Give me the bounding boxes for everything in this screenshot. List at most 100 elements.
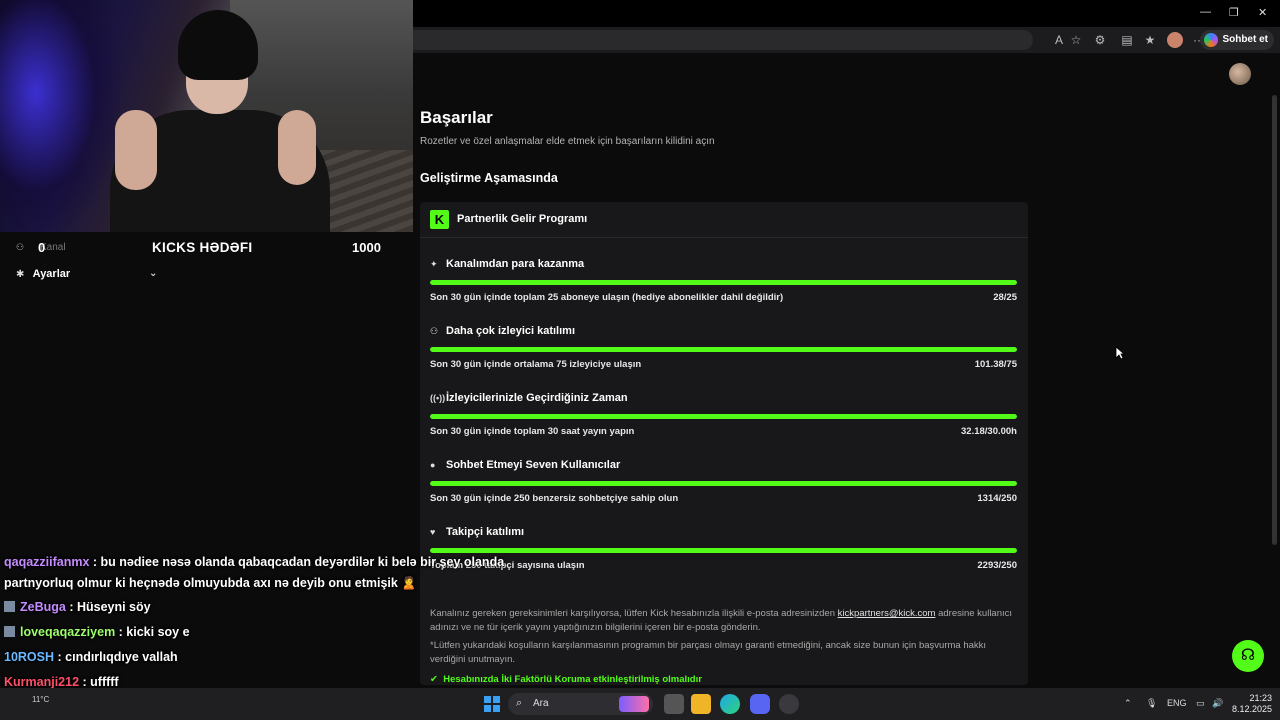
chat-username[interactable]: ZeBuga bbox=[20, 600, 66, 614]
chat-username[interactable]: qaqazziifanmx bbox=[4, 555, 89, 569]
achievement-description: Son 30 gün içinde ortalama 75 izleyiciye… bbox=[430, 359, 642, 370]
favorite-star-icon[interactable]: ☆ bbox=[1068, 32, 1084, 48]
chat-username[interactable]: loveqaqazziyem bbox=[20, 625, 115, 639]
chat-badge-icon bbox=[4, 626, 15, 637]
sidebar-icon[interactable]: ▤ bbox=[1119, 32, 1135, 48]
browser-toolbar: A ☆ ⚙ ▤ ★ ··· Sohbet et bbox=[413, 27, 1280, 53]
microphone-icon[interactable]: 🎙 bbox=[1146, 698, 1157, 709]
chat-text: : Hüseyni söy bbox=[65, 600, 151, 614]
system-clock[interactable]: 21:23 8.12.2025 bbox=[1232, 693, 1272, 715]
page-title: Başarılar bbox=[420, 108, 493, 127]
achievement-title-text: Daha çok izleyici katılımı bbox=[446, 325, 576, 337]
gear-icon: ✱ bbox=[16, 269, 25, 280]
achievement-item: ● Sohbet Etmeyi Seven Kullanıcılar Son 30 … bbox=[430, 459, 1018, 519]
achievement-title: ♥ Takipçi katılımı bbox=[430, 526, 524, 538]
chat-text: : kicki soy e bbox=[115, 625, 190, 639]
achievement-title: ● Sohbet Etmeyi Seven Kullanıcılar bbox=[430, 459, 620, 471]
kicks-goal-bar: Kanal 0 KICKS HƏDƏFI 1000 bbox=[0, 232, 413, 262]
chat-message: Kurmanji212 : ufffff bbox=[4, 675, 119, 689]
discord-icon[interactable] bbox=[750, 694, 770, 714]
partner-email-link[interactable]: kickpartners@kick.com bbox=[838, 608, 936, 619]
weather-temp: 11°C bbox=[32, 695, 50, 704]
progress-bar bbox=[430, 481, 1017, 486]
achievement-title-text: Sohbet Etmeyi Seven Kullanıcılar bbox=[446, 459, 621, 471]
settings-menu[interactable]: ✱ Ayarlar ⌄ bbox=[16, 268, 157, 280]
screen: — ❐ ✕ A ☆ ⚙ ▤ ★ ··· Sohbet et Başarılar … bbox=[0, 0, 1280, 720]
network-icon[interactable]: ▭ bbox=[1196, 698, 1205, 709]
copilot-label: Sohbet et bbox=[1222, 34, 1268, 45]
chat-message: ZeBuga : Hüseyni söy bbox=[4, 600, 151, 614]
minimize-button[interactable]: — bbox=[1200, 6, 1211, 18]
achievement-description: Son 30 gün içinde toplam 30 saat yayın y… bbox=[430, 426, 635, 437]
goal-current: 0 bbox=[38, 240, 46, 255]
chat-message: 10ROSH : cındırlıqdıye vallah bbox=[4, 650, 178, 664]
channel-icon: ⚇ bbox=[16, 242, 25, 252]
tray-chevron-up-icon[interactable]: ⌃ bbox=[1124, 698, 1132, 709]
webcam-overlay bbox=[0, 0, 413, 232]
clock-date: 8.12.2025 bbox=[1232, 704, 1273, 714]
progress-fill bbox=[430, 481, 1017, 486]
search-icon: ⌕ bbox=[516, 697, 523, 709]
achievement-value: 2293/250 bbox=[977, 560, 1017, 571]
achievement-value: 28/25 bbox=[993, 292, 1017, 303]
broadcast-icon: ((•)) bbox=[430, 393, 446, 403]
achievement-value: 1314/250 bbox=[977, 493, 1017, 504]
chat-message: loveqaqazziyem : kicki soy e bbox=[4, 625, 190, 639]
chat-username[interactable]: 10ROSH bbox=[4, 650, 54, 664]
chat-message: qaqazziifanmx : bu nədiee nəsə olanda qa… bbox=[4, 555, 504, 569]
support-button[interactable]: ☊ bbox=[1232, 640, 1264, 672]
heart-icon: ♥ bbox=[430, 527, 436, 537]
start-button[interactable] bbox=[484, 696, 500, 712]
check-icon: ✔ bbox=[430, 674, 438, 685]
footer-email-note: Kanalınız gereken gereksinimleri karşılı… bbox=[430, 607, 1018, 635]
favorites-icon[interactable]: ★ bbox=[1142, 32, 1158, 48]
achievement-title-text: Takipçi katılımı bbox=[446, 526, 525, 538]
goal-target: 1000 bbox=[352, 240, 381, 255]
close-button[interactable]: ✕ bbox=[1258, 6, 1267, 19]
search-text: Ara bbox=[533, 698, 549, 709]
section-title: Geliştirme Aşamasında bbox=[420, 171, 558, 185]
language-indicator[interactable]: ENG bbox=[1167, 698, 1187, 708]
users-icon: ⚇ bbox=[430, 326, 439, 336]
achievement-title: ⚇ Daha çok izleyici katılımı bbox=[430, 325, 575, 337]
achievement-title: ✦ Kanalımdan para kazanma bbox=[430, 258, 584, 270]
progress-bar bbox=[430, 414, 1017, 419]
user-avatar[interactable] bbox=[1229, 63, 1251, 85]
sparkle-icon: ✦ bbox=[430, 259, 438, 269]
mouse-cursor bbox=[1115, 346, 1125, 360]
progress-bar bbox=[430, 548, 1017, 553]
kick-logo-icon: K bbox=[430, 210, 449, 229]
achievement-item: ⚇ Daha çok izleyici katılımı Son 30 gün iç… bbox=[430, 325, 1018, 385]
maximize-button[interactable]: ❐ bbox=[1229, 6, 1239, 19]
search-highlight-image bbox=[619, 696, 649, 712]
clock-time: 21:23 bbox=[1249, 693, 1273, 703]
achievement-title-text: Kanalımdan para kazanma bbox=[446, 258, 585, 270]
chat-text: partnyorluq olmur ki heçnədə olmuyubda a… bbox=[4, 576, 417, 590]
program-header: K Partnerlik Gelir Programı bbox=[420, 202, 1028, 238]
profile-avatar[interactable] bbox=[1167, 32, 1183, 48]
taskbar: 11°C ⌕ Ara ⌃ 🎙 ENG ▭ 🔊 21:23 8.12.2025 bbox=[0, 688, 1280, 720]
goal-title: KICKS HƏDƏFI bbox=[152, 240, 253, 255]
taskbar-search[interactable]: ⌕ Ara bbox=[508, 693, 653, 715]
volume-icon[interactable]: 🔊 bbox=[1212, 698, 1223, 709]
extensions-icon[interactable]: ⚙ bbox=[1092, 32, 1108, 48]
address-bar[interactable] bbox=[413, 30, 1033, 50]
footer-text-a: Kanalınız gereken gereksinimleri karşılı… bbox=[430, 608, 838, 619]
copilot-button[interactable]: Sohbet et bbox=[1200, 30, 1274, 50]
file-explorer-icon[interactable] bbox=[691, 694, 711, 714]
achievement-title: ((•))İzleyicilerinizle Geçirdiğiniz Zama… bbox=[430, 392, 628, 404]
app-icon[interactable] bbox=[779, 694, 799, 714]
scrollbar[interactable] bbox=[1272, 95, 1277, 545]
edge-browser-icon[interactable] bbox=[720, 694, 740, 714]
achievement-item: ♥ Takipçi katılımı Toplam 250 takipçi sayı… bbox=[430, 526, 1018, 586]
chat-icon: ● bbox=[430, 460, 436, 470]
chat-username[interactable]: Kurmanji212 bbox=[4, 675, 79, 689]
progress-bar bbox=[430, 280, 1017, 285]
achievement-item: ((•))İzleyicilerinizle Geçirdiğiniz Zama… bbox=[430, 392, 1018, 452]
task-view-icon[interactable] bbox=[664, 694, 684, 714]
progress-fill bbox=[430, 548, 1017, 553]
achievement-value: 101.38/75 bbox=[974, 359, 1017, 370]
copilot-icon bbox=[1204, 33, 1219, 47]
chat-message: partnyorluq olmur ki heçnədə olmuyubda a… bbox=[4, 576, 417, 591]
read-aloud-icon[interactable]: A bbox=[1051, 32, 1067, 48]
